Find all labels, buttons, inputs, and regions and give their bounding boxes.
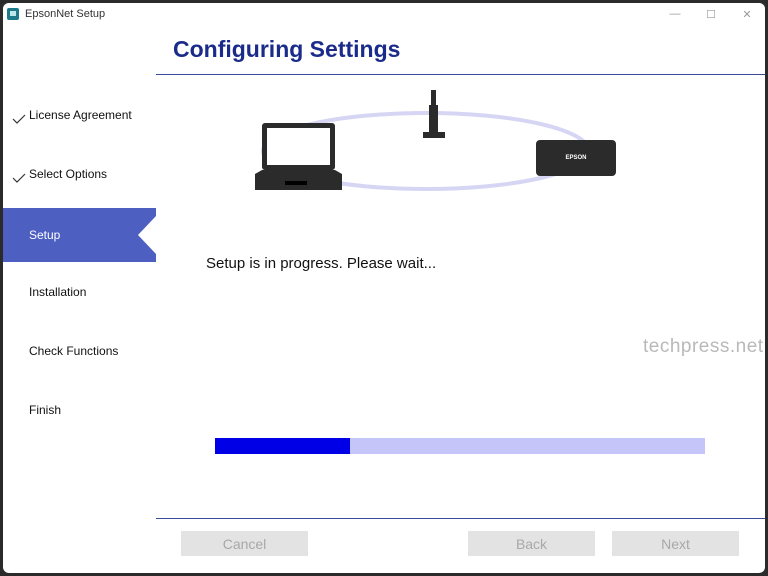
cancel-button[interactable]: Cancel	[181, 531, 308, 556]
next-button[interactable]: Next	[612, 531, 739, 556]
printer-brand-label: EPSON	[565, 155, 586, 161]
step-label: Setup	[29, 228, 61, 242]
title-bar: EpsonNet Setup — ☐ ✕	[3, 3, 765, 25]
window-title: EpsonNet Setup	[25, 8, 106, 20]
step-label: License Agreement	[29, 108, 132, 122]
epson-app-icon	[7, 8, 19, 20]
steps-sidebar: License Agreement Select Options Setup I…	[3, 83, 156, 423]
step-label: Select Options	[29, 167, 108, 181]
step-label: Check Functions	[29, 344, 119, 358]
network-illustration: EPSON	[255, 90, 616, 191]
close-button[interactable]: ✕	[729, 3, 765, 25]
watermark-text: techpress.net	[643, 336, 764, 357]
checkmark-icon	[12, 114, 26, 124]
back-button[interactable]: Back	[468, 531, 595, 556]
progress-bar-fill	[215, 438, 350, 454]
laptop-icon	[255, 123, 342, 190]
step-finish: Finish	[3, 383, 156, 437]
step-setup: Setup	[3, 208, 156, 262]
step-installation: Installation	[3, 265, 156, 319]
footer-divider	[156, 518, 765, 519]
window-controls: — ☐ ✕	[657, 3, 765, 25]
step-check-functions: Check Functions	[3, 324, 156, 378]
step-select-options: Select Options	[3, 147, 156, 201]
page-title: Configuring Settings	[173, 36, 401, 62]
maximize-button[interactable]: ☐	[693, 3, 729, 25]
printer-icon: EPSON	[536, 140, 616, 176]
minimize-button[interactable]: —	[657, 3, 693, 25]
progress-bar	[215, 438, 705, 454]
header-divider	[156, 74, 765, 75]
active-step-indicator	[138, 216, 156, 254]
installer-window: EpsonNet Setup — ☐ ✕ Configuring Setting…	[3, 3, 765, 573]
step-label: Installation	[29, 285, 87, 299]
step-license-agreement: License Agreement	[3, 88, 156, 142]
status-message: Setup is in progress. Please wait...	[206, 255, 437, 272]
step-label: Finish	[29, 403, 62, 417]
checkmark-icon	[12, 173, 26, 183]
